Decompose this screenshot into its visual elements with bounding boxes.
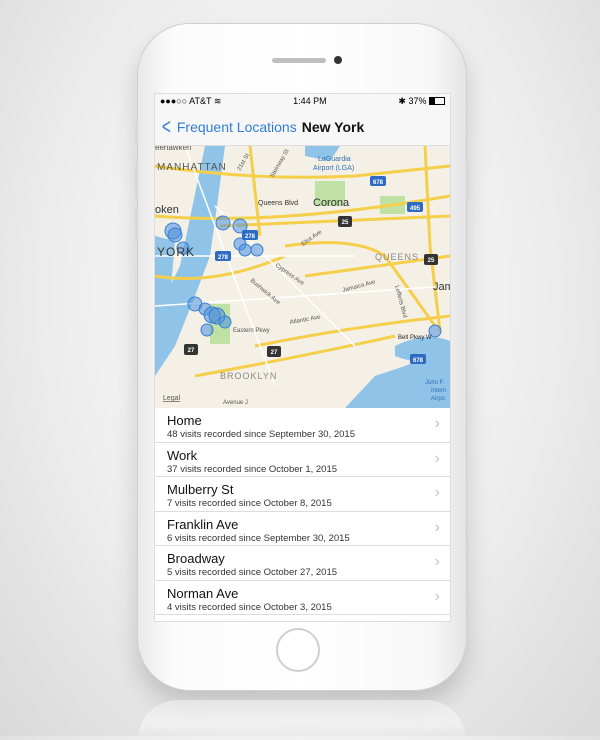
highway-shield: 25 [342,220,349,226]
map-label: Corona [313,197,350,209]
highway-shield: 27 [188,348,195,354]
map-label: John F. [425,380,445,386]
map-label: Intern [431,388,446,394]
highway-shield: 678 [413,358,424,364]
location-visits: 5 visits recorded since October 27, 2015 [167,567,338,578]
location-row-norman-ave[interactable]: Norman Ave 4 visits recorded since Octobe… [155,581,450,615]
home-button[interactable] [276,628,320,672]
power-button [466,164,469,198]
location-name: Work [167,447,198,463]
location-visits: 7 visits recorded since October 8, 2015 [167,498,332,509]
map-label: oken [155,204,179,216]
wifi-icon: ≋ [213,95,222,106]
frequent-locations-list: Home 48 visits recorded since September 3… [155,408,450,615]
location-name: Mulberry St [167,482,234,497]
map-label: Belt Pkwy W [398,335,432,341]
map-label: MANHATTAN [157,162,227,173]
map-label: Queens Blvd [258,200,298,207]
battery-status: ✱ 37% [398,96,445,107]
screen: ●●●○○ AT&T ≋ 1:44 PM ✱ 37% < Frequent Loc… [154,93,451,622]
location-row-mulberry-st[interactable]: Mulberry St 7 visits recorded since Octob… [155,477,450,512]
location-visits: 37 visits recorded since October 1, 2015 [167,463,338,475]
highway-shield: 27 [271,350,278,356]
legal-link[interactable]: Legal [163,395,181,402]
chevron-right-icon: › [434,449,440,467]
map-label: QUEENS [375,252,419,262]
location-visits: 48 visits recorded since September 30, 2… [167,429,355,440]
back-button[interactable]: < Frequent Locations [155,113,297,139]
map-label: YORK [157,245,195,259]
location-visits: 6 visits recorded since September 30, 20… [167,532,350,544]
location-name: Home [167,413,202,428]
volume-down [135,208,138,242]
map-label: Avenue J [223,400,248,406]
battery-icon [428,97,445,106]
location-visits: 4 visits recorded since October 3, 2015 [167,601,332,613]
chevron-right-icon: › [434,518,440,536]
map-label: LaGuardia [318,156,351,163]
location-name: Broadway [167,551,225,566]
map-label: BROOKLYN [220,371,277,381]
map-label: Airpo [431,396,446,402]
highway-shield: 678 [373,180,384,186]
bluetooth-icon: ✱ [398,95,406,106]
location-row-work[interactable]: Work 37 visits recorded since October 1, … [155,443,450,477]
navigation-bar: < Frequent Locations New York [155,108,450,146]
map-label: Eastern Pkwy [233,328,270,334]
location-row-broadway[interactable]: Broadway 5 visits recorded since October … [155,546,450,581]
location-row-home[interactable]: Home 48 visits recorded since September 3… [155,408,450,443]
page-title: New York [301,118,365,135]
volume-up [135,164,138,198]
status-bar: ●●●○○ AT&T ≋ 1:44 PM ✱ 37% [155,94,450,108]
chevron-right-icon: › [434,587,440,605]
speaker [272,58,326,63]
phone-frame: ●●●○○ AT&T ≋ 1:44 PM ✱ 37% < Frequent Loc… [135,24,469,690]
map-view[interactable]: MANHATTAN YORK oken Queens Blvd Corona L… [155,146,450,408]
carrier: ●●●○○ AT&T ≋ [160,95,222,106]
back-label: Frequent Locations [176,118,297,135]
location-name: Norman Ave [167,585,239,601]
chevron-right-icon: › [434,415,440,432]
highway-shield: 25 [428,258,435,264]
map-label: Jama [433,281,450,293]
clock: 1:44 PM [293,96,327,106]
location-row-franklin-ave[interactable]: Franklin Ave 6 visits recorded since Sept… [155,512,450,546]
highway-shield: 495 [410,206,421,212]
highway-shield: 278 [218,255,229,261]
chevron-left-icon: < [161,113,171,139]
location-name: Franklin Ave [167,516,239,532]
phone-reflection [138,700,466,740]
mute-switch [135,124,138,142]
highway-shield: 278 [245,234,256,240]
camera [334,56,342,64]
map-label: Airport (LGA) [313,165,354,172]
map-label: eehawken [155,146,191,152]
chevron-right-icon: › [434,484,440,501]
chevron-right-icon: › [434,553,440,570]
